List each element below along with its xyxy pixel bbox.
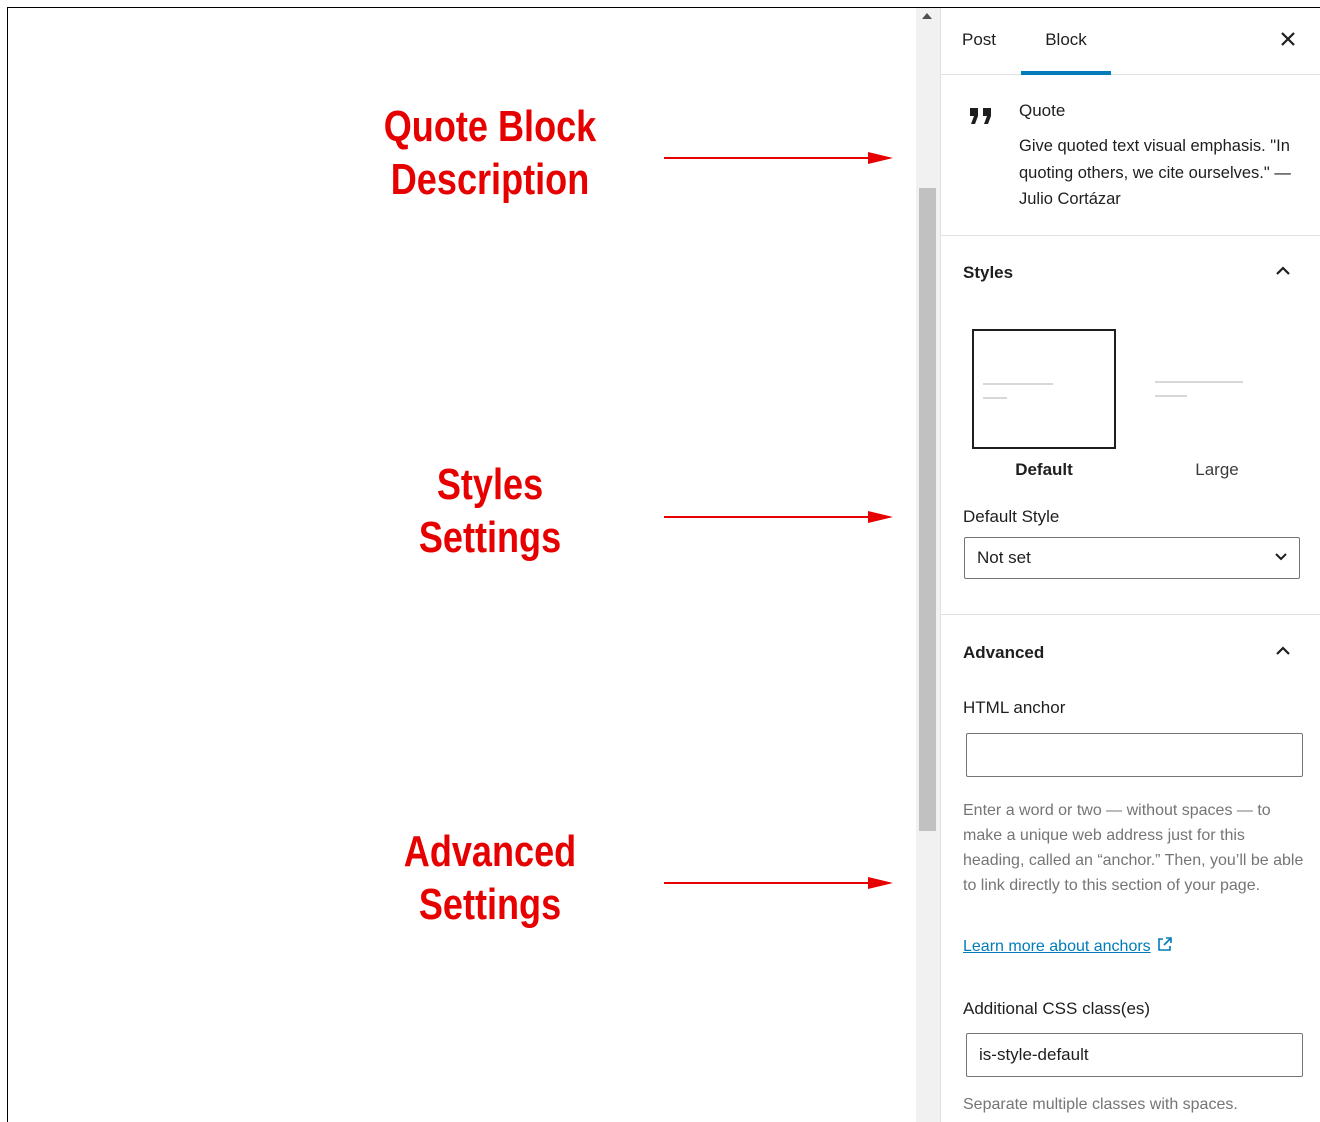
block-description: Give quoted text visual emphasis. "In qu… bbox=[1019, 137, 1291, 208]
html-anchor-input[interactable] bbox=[966, 733, 1303, 777]
default-style-select[interactable]: Not set bbox=[964, 537, 1300, 579]
annotation-line: Settings bbox=[418, 880, 562, 929]
css-class-label: Additional CSS class(es) bbox=[963, 999, 1151, 1018]
style-label-large[interactable]: Large bbox=[1145, 460, 1289, 480]
annotation-line: Quote Block bbox=[383, 102, 597, 151]
html-anchor-help: Enter a word or two — without spaces — t… bbox=[963, 802, 1304, 894]
advanced-panel: Advanced HTML anchor Enter a word or two… bbox=[941, 615, 1320, 1122]
advanced-panel-title[interactable]: Advanced bbox=[963, 643, 1044, 663]
sidebar-tabs: Post Block bbox=[941, 8, 1320, 75]
close-icon[interactable] bbox=[1277, 28, 1299, 50]
style-option-default[interactable] bbox=[972, 329, 1116, 449]
preview-text-line bbox=[1155, 395, 1187, 397]
annotation-arrow-2 bbox=[664, 511, 893, 523]
block-title: Quote bbox=[1019, 101, 1066, 120]
scrollbar-thumb[interactable] bbox=[919, 188, 936, 831]
annotation-line: Description bbox=[390, 155, 590, 204]
settings-sidebar: Post Block Quote Give quoted text visual… bbox=[940, 8, 1320, 1122]
annotation-quote-block: Quote Block Description bbox=[359, 100, 621, 206]
css-class-input[interactable] bbox=[966, 1033, 1303, 1077]
quote-icon bbox=[970, 108, 991, 124]
annotation-advanced: Advanced Settings bbox=[359, 825, 621, 931]
block-card: Quote Give quoted text visual emphasis. … bbox=[941, 75, 1320, 236]
style-label-default[interactable]: Default bbox=[972, 460, 1116, 480]
styles-panel: Styles Default Large Default Style Not s… bbox=[941, 236, 1320, 615]
preview-text-line bbox=[983, 383, 1053, 385]
frame-left-border bbox=[7, 8, 8, 1122]
styles-panel-title[interactable]: Styles bbox=[963, 263, 1013, 283]
annotation-line: Styles bbox=[436, 460, 544, 509]
preview-text-line bbox=[1155, 381, 1243, 383]
style-option-large[interactable] bbox=[1145, 329, 1289, 449]
default-style-value: Not set bbox=[977, 548, 1031, 567]
chevron-down-icon bbox=[1275, 553, 1287, 561]
annotation-arrow-3 bbox=[664, 877, 893, 889]
chevron-up-icon[interactable] bbox=[1275, 646, 1291, 656]
learn-more-anchors-link[interactable]: Learn more about anchors bbox=[963, 936, 1173, 956]
default-style-label: Default Style bbox=[963, 507, 1060, 526]
scroll-up-arrow-icon[interactable] bbox=[922, 13, 932, 19]
annotation-line: Advanced bbox=[403, 827, 577, 876]
preview-text-line bbox=[983, 397, 1007, 399]
external-link-icon bbox=[1157, 937, 1172, 951]
learn-more-link-text[interactable]: Learn more about anchors bbox=[963, 938, 1151, 955]
annotation-styles: Styles Settings bbox=[359, 458, 621, 564]
chevron-up-icon[interactable] bbox=[1275, 266, 1291, 276]
html-anchor-label: HTML anchor bbox=[963, 698, 1066, 717]
tab-post[interactable]: Post bbox=[962, 8, 996, 74]
tab-block[interactable]: Block bbox=[1021, 8, 1111, 75]
css-class-help: Separate multiple classes with spaces. bbox=[963, 1096, 1238, 1113]
annotation-line: Settings bbox=[418, 513, 562, 562]
annotation-arrow-1 bbox=[664, 152, 893, 164]
